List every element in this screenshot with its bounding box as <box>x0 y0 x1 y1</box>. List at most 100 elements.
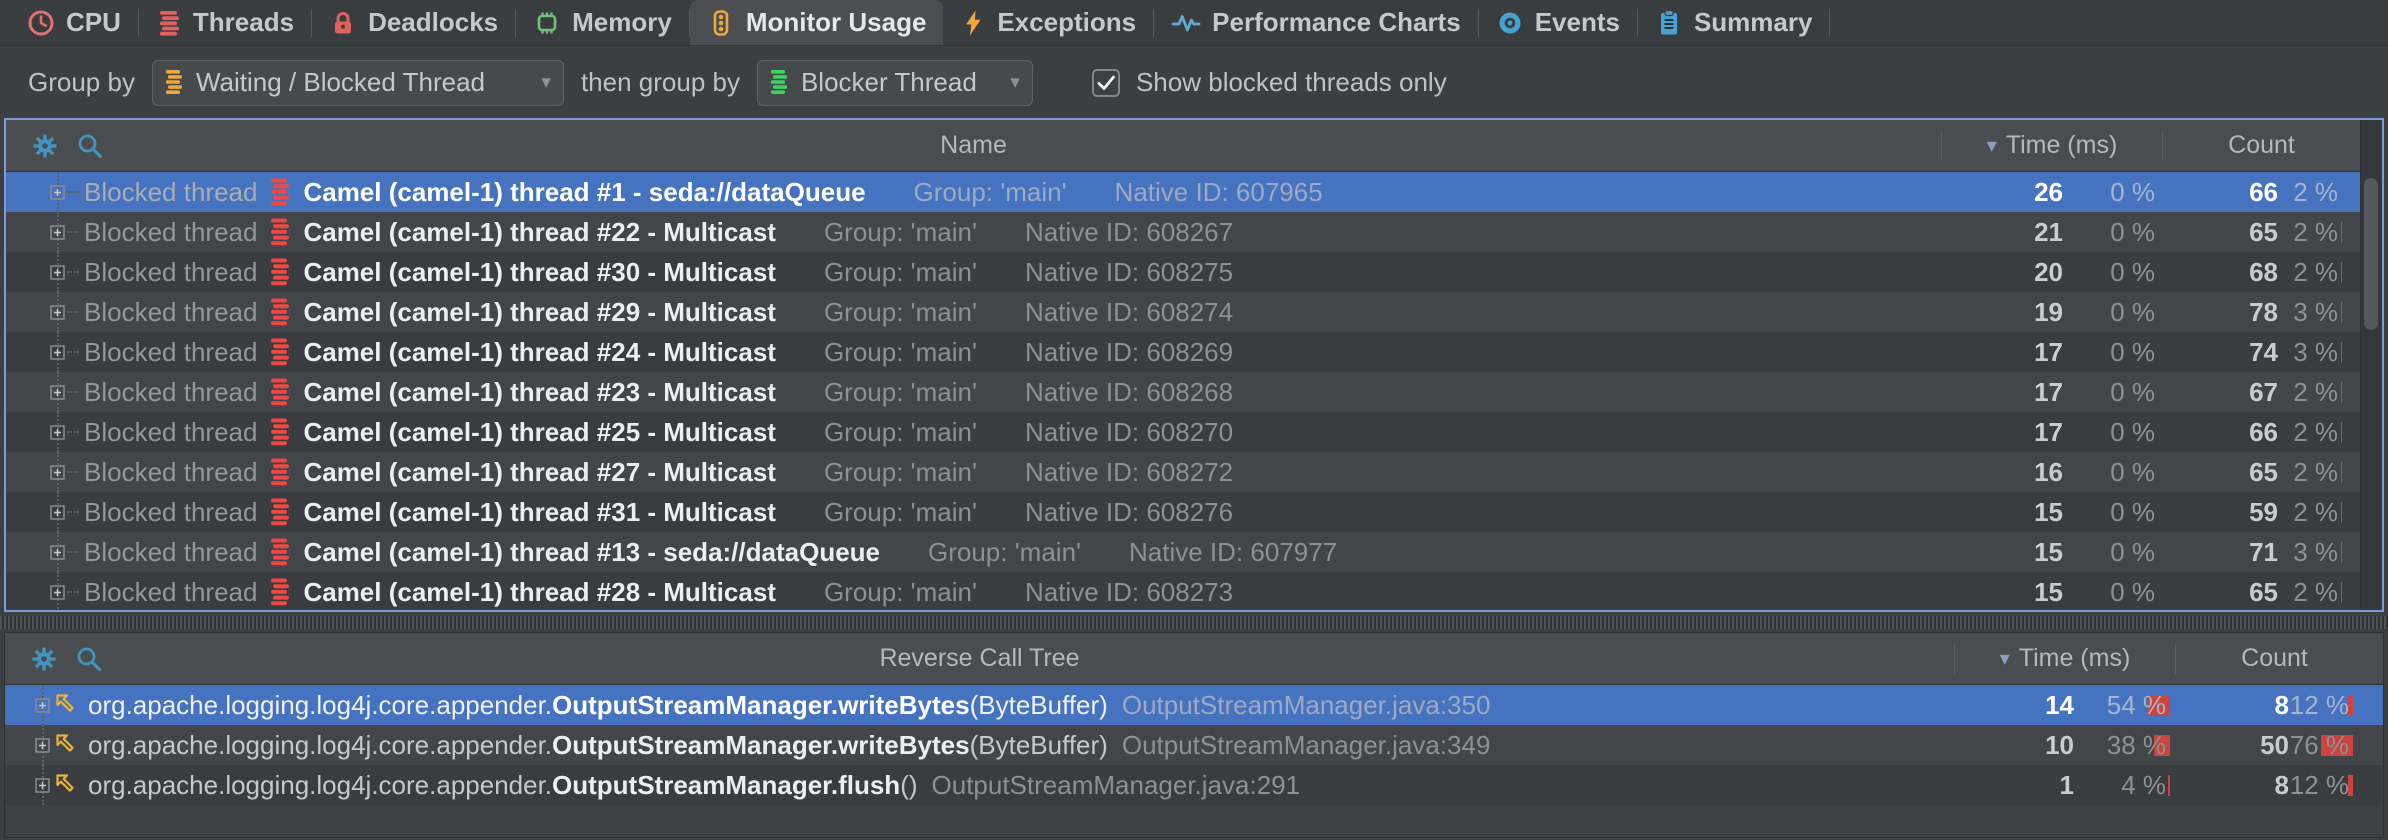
blocked-thread-row[interactable]: Blocked thread Camel (camel-1) thread #2… <box>6 572 2360 610</box>
count-percent-cell: 3 % <box>2278 297 2346 328</box>
scrollbar-thumb[interactable] <box>2364 178 2378 330</box>
count-column-header[interactable]: Count <box>2176 644 2373 673</box>
time-column-header[interactable]: ▾ Time (ms) <box>1955 644 2175 673</box>
count-value: 65 <box>2163 217 2278 248</box>
call-tree-row[interactable]: org.apache.logging.log4j.core.appender.O… <box>5 725 2383 765</box>
tab-exceptions[interactable]: Exceptions <box>943 0 1153 45</box>
tab-events[interactable]: Events <box>1479 0 1637 45</box>
method-package: org.apache.logging.log4j.core.appender. <box>88 690 552 721</box>
expand-plus-icon[interactable] <box>50 585 65 600</box>
time-percent-cell: 0 % <box>2063 457 2163 488</box>
thread-native-id: Native ID: 608270 <box>1025 417 1233 448</box>
blocked-thread-row[interactable]: Blocked thread Camel (camel-1) thread #2… <box>6 372 2360 412</box>
expand-plus-icon[interactable] <box>50 385 65 400</box>
method-signature: (ByteBuffer) <box>970 690 1108 721</box>
expand-plus-icon[interactable] <box>50 465 65 480</box>
time-percent-value: 4 % <box>2074 770 2174 801</box>
tree-stub <box>67 271 79 273</box>
reverse-call-tree-table: Reverse Call Tree ▾ Time (ms) Count <box>4 632 2384 838</box>
expand-plus-icon[interactable] <box>50 225 65 240</box>
expand-plus-icon[interactable] <box>35 698 50 713</box>
backtrace-arrow-icon <box>53 732 79 758</box>
expand-plus-icon[interactable] <box>50 305 65 320</box>
tab-monitor-usage[interactable]: Monitor Usage <box>690 0 944 45</box>
count-percent-value: 2 % <box>2278 577 2346 608</box>
time-percent-value: 0 % <box>2063 257 2163 288</box>
expand-plus-icon[interactable] <box>35 778 50 793</box>
blocked-thread-row[interactable]: Blocked thread Camel (camel-1) thread #3… <box>6 252 2360 292</box>
show-blocked-checkbox[interactable] <box>1092 69 1120 97</box>
tab-performance-charts[interactable]: Performance Charts <box>1154 0 1478 45</box>
show-blocked-label[interactable]: Show blocked threads only <box>1136 67 1447 98</box>
tab-label: Events <box>1535 7 1620 38</box>
thread-name: Camel (camel-1) thread #1 - seda://dataQ… <box>303 177 865 208</box>
tab-cpu[interactable]: CPU <box>10 0 138 45</box>
thread-name: Camel (camel-1) thread #28 - Multicast <box>303 577 776 608</box>
thread-group: Group: 'main' <box>824 257 977 288</box>
then-group-by-dropdown[interactable]: Blocker Thread ▾ <box>757 60 1033 106</box>
row-type-label: Blocked thread <box>84 457 257 488</box>
time-column-header[interactable]: ▾ Time (ms) <box>1942 131 2162 160</box>
call-tree-row[interactable]: org.apache.logging.log4j.core.appender.O… <box>5 765 2383 805</box>
splitter-handle[interactable] <box>0 612 2388 632</box>
thread-group: Group: 'main' <box>914 177 1067 208</box>
expand-plus-icon[interactable] <box>50 545 65 560</box>
time-percent-value: 0 % <box>2063 497 2163 528</box>
thread-icon <box>269 217 289 247</box>
time-ms-value: 10 <box>1954 730 2074 761</box>
row-type-label: Blocked thread <box>84 537 257 568</box>
expand-plus-icon[interactable] <box>50 345 65 360</box>
thread-icon <box>269 417 289 447</box>
expand-plus-icon[interactable] <box>50 265 65 280</box>
time-percent-cell: 38 % <box>2074 730 2174 761</box>
blocked-thread-row[interactable]: Blocked thread Camel (camel-1) thread #2… <box>6 452 2360 492</box>
view-settings-gear-icon[interactable] <box>29 644 59 674</box>
thread-icon <box>269 497 289 527</box>
count-column-header[interactable]: Count <box>2163 131 2360 160</box>
time-percent-value: 38 % <box>2074 730 2174 761</box>
thread-icon <box>269 377 289 407</box>
expand-plus-icon[interactable] <box>50 425 65 440</box>
tab-label: Memory <box>572 7 672 38</box>
blocked-thread-row[interactable]: Blocked thread Camel (camel-1) thread #2… <box>6 412 2360 452</box>
expand-plus-icon[interactable] <box>50 505 65 520</box>
thread-native-id: Native ID: 608272 <box>1025 457 1233 488</box>
pulse-icon <box>1171 9 1201 37</box>
thread-name: Camel (camel-1) thread #23 - Multicast <box>303 377 776 408</box>
expand-plus-icon[interactable] <box>35 738 50 753</box>
thread-group: Group: 'main' <box>824 217 977 248</box>
thread-icon <box>269 257 289 287</box>
expand-plus-icon[interactable] <box>50 185 65 200</box>
group-by-dropdown[interactable]: Waiting / Blocked Thread ▾ <box>152 60 564 106</box>
thread-icon <box>269 297 289 327</box>
call-tree-row[interactable]: org.apache.logging.log4j.core.appender.O… <box>5 685 2383 725</box>
blocked-thread-row[interactable]: Blocked thread Camel (camel-1) thread #1… <box>6 532 2360 572</box>
count-percent-value: 2 % <box>2278 497 2346 528</box>
tab-label: Exceptions <box>997 7 1136 38</box>
tab-label: Summary <box>1694 7 1813 38</box>
blocked-thread-row[interactable]: Blocked thread Camel (camel-1) thread #1… <box>6 172 2360 212</box>
tab-label: Deadlocks <box>368 7 498 38</box>
blocked-thread-row[interactable]: Blocked thread Camel (camel-1) thread #2… <box>6 332 2360 372</box>
tab-summary[interactable]: Summary <box>1638 0 1830 45</box>
lock-icon <box>329 9 357 37</box>
name-column-header[interactable]: Name <box>6 131 1941 160</box>
tab-deadlocks[interactable]: Deadlocks <box>312 0 515 45</box>
search-icon[interactable] <box>76 132 104 160</box>
view-settings-gear-icon[interactable] <box>30 131 60 161</box>
time-percent-cell: 4 % <box>2074 770 2174 801</box>
tab-threads[interactable]: Threads <box>139 0 311 45</box>
vertical-scrollbar[interactable] <box>2360 120 2382 610</box>
tree-stub <box>67 191 79 193</box>
source-location: OutputStreamManager.java:291 <box>932 770 1301 801</box>
time-ms-value: 26 <box>1943 177 2063 208</box>
tab-label: Performance Charts <box>1212 7 1461 38</box>
thread-group: Group: 'main' <box>824 337 977 368</box>
blocked-thread-row[interactable]: Blocked thread Camel (camel-1) thread #3… <box>6 492 2360 532</box>
blocked-thread-row[interactable]: Blocked thread Camel (camel-1) thread #2… <box>6 212 2360 252</box>
blocked-thread-row[interactable]: Blocked thread Camel (camel-1) thread #2… <box>6 292 2360 332</box>
count-value: 74 <box>2163 337 2278 368</box>
thread-native-id: Native ID: 608268 <box>1025 377 1233 408</box>
tab-memory[interactable]: Memory <box>516 0 689 45</box>
search-icon[interactable] <box>75 645 103 673</box>
